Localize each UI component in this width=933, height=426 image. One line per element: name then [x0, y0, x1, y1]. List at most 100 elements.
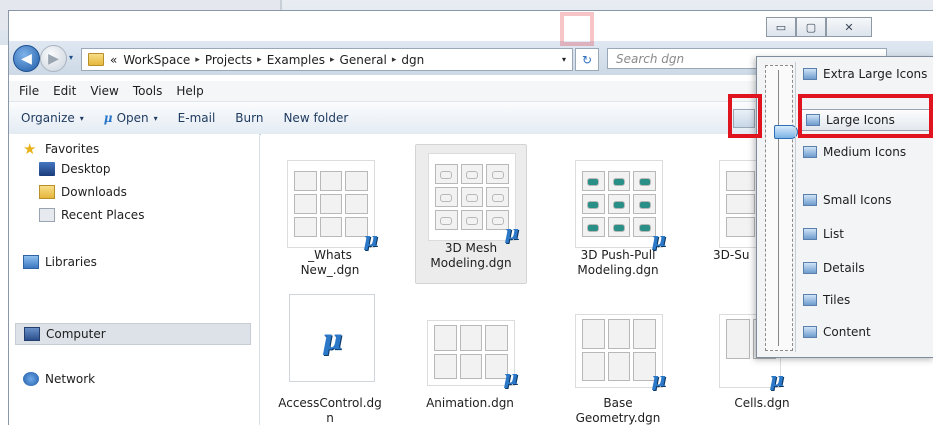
file-item[interactable]: μ _Whats New_.dgn — [275, 152, 385, 282]
breadcrumb-workspace[interactable]: WorkSpace — [123, 53, 190, 67]
breadcrumb-projects[interactable]: Projects — [205, 53, 252, 67]
nav-desktop[interactable]: Desktop — [39, 162, 111, 176]
option-label: Small Icons — [823, 193, 892, 207]
breadcrumb-examples[interactable]: Examples — [267, 53, 325, 67]
file-thumbnail: μ — [575, 314, 666, 391]
file-name: Cells.dgn — [734, 396, 790, 410]
menu-tools[interactable]: Tools — [133, 84, 163, 98]
menu-help[interactable]: Help — [176, 84, 203, 98]
back-button[interactable]: ◀ — [13, 45, 40, 72]
view-size-slider[interactable] — [765, 65, 798, 351]
view-option-details[interactable]: Details — [803, 261, 865, 275]
new-folder-button[interactable]: New folder — [283, 111, 348, 125]
option-label: Content — [823, 325, 871, 339]
nav-label: Libraries — [45, 255, 97, 269]
file-thumbnail: μ — [428, 153, 519, 244]
menu-view[interactable]: View — [90, 84, 118, 98]
organize-label: Organize — [21, 111, 75, 125]
libraries-icon — [23, 255, 39, 269]
file-name: Base Geometry.dgn — [575, 396, 661, 425]
caption-buttons: ▭ ▢ ✕ — [766, 17, 872, 37]
file-item[interactable]: μ AccessControl.dg n — [275, 284, 385, 425]
file-name: AccessControl.dg n — [278, 396, 382, 425]
highlight-box-slider — [728, 94, 762, 138]
medium-icons-icon — [803, 146, 817, 158]
file-item[interactable]: μ Base Geometry.dgn — [563, 284, 673, 425]
crumb-separator-icon[interactable]: ▸ — [257, 55, 262, 65]
content-icon — [803, 326, 817, 338]
file-thumbnail: μ — [575, 160, 666, 251]
option-label: Medium Icons — [823, 145, 907, 159]
file-name: 3D Mesh Modeling.dgn — [430, 241, 512, 270]
refresh-button[interactable]: ↻ — [575, 48, 599, 71]
file-name: Animation.dgn — [426, 396, 514, 410]
computer-icon — [24, 327, 40, 341]
crumb-separator-icon[interactable]: ▸ — [195, 55, 200, 65]
view-option-list[interactable]: List — [803, 227, 844, 241]
menu-file[interactable]: File — [19, 84, 39, 98]
desktop-icon — [39, 162, 55, 176]
file-thumbnail: μ — [427, 320, 518, 389]
view-option-small-icons[interactable]: Small Icons — [803, 193, 891, 207]
network-icon — [23, 372, 39, 386]
breadcrumb-dgn[interactable]: dgn — [401, 53, 424, 67]
microstation-icon: μ — [103, 111, 113, 125]
crumb-separator-icon[interactable]: ▸ — [330, 55, 335, 65]
microstation-icon: μ — [651, 367, 666, 391]
option-label: List — [823, 227, 844, 241]
nav-libraries[interactable]: Libraries — [23, 255, 97, 269]
microstation-icon: μ — [322, 323, 343, 356]
nav-label: Computer — [46, 327, 106, 341]
recent-places-icon — [39, 208, 55, 222]
minimize-button[interactable]: ▭ — [766, 17, 796, 37]
recent-pages-chevron-icon[interactable]: ▾ — [69, 53, 73, 62]
file-name: _Whats New_.dgn — [300, 248, 360, 277]
tiles-icon — [803, 294, 817, 306]
nav-label: Favorites — [45, 142, 100, 156]
burn-button[interactable]: Burn — [235, 111, 263, 125]
email-button[interactable]: E-mail — [178, 111, 216, 125]
breadcrumb-general[interactable]: General — [340, 53, 387, 67]
chevron-down-icon: ▾ — [153, 113, 158, 123]
close-button[interactable]: ✕ — [826, 17, 872, 37]
file-item[interactable]: μ Animation.dgn — [415, 284, 525, 425]
star-icon: ★ — [23, 140, 37, 158]
open-label: Open — [116, 111, 149, 125]
open-button[interactable]: μ Open ▾ — [104, 111, 158, 125]
crumb-overflow[interactable]: « — [110, 53, 117, 67]
chevron-down-icon: ▾ — [79, 113, 84, 123]
highlight-box-large-icons — [798, 94, 933, 138]
file-item-selected[interactable]: μ 3D Mesh Modeling.dgn — [415, 144, 527, 284]
forward-button[interactable]: ▶ — [40, 45, 67, 72]
nav-label: Downloads — [61, 185, 127, 199]
nav-downloads[interactable]: Downloads — [39, 185, 127, 199]
nav-network[interactable]: Network — [23, 372, 95, 386]
file-thumbnail: μ — [287, 160, 378, 251]
nav-computer[interactable]: Computer — [15, 323, 251, 345]
view-option-content[interactable]: Content — [803, 325, 871, 339]
nav-label: Recent Places — [61, 208, 145, 222]
microstation-icon: μ — [769, 367, 784, 391]
maximize-button[interactable]: ▢ — [796, 17, 826, 37]
highlight-box-faded — [560, 12, 594, 46]
organize-button[interactable]: Organize ▾ — [21, 111, 84, 125]
details-icon — [803, 262, 817, 274]
address-dropdown-icon[interactable]: ▾ — [562, 55, 566, 64]
view-option-extra-large-icons[interactable]: Extra Large Icons — [803, 67, 927, 81]
nav-recent-places[interactable]: Recent Places — [39, 208, 144, 222]
microstation-icon: μ — [503, 365, 518, 389]
crumb-separator-icon[interactable]: ▸ — [392, 55, 397, 65]
view-option-medium-icons[interactable]: Medium Icons — [803, 145, 906, 159]
view-option-tiles[interactable]: Tiles — [803, 293, 850, 307]
small-icons-icon — [803, 194, 817, 206]
option-label: Extra Large Icons — [823, 67, 928, 81]
file-item[interactable]: μ 3D Push-Pull Modeling.dgn — [563, 152, 673, 282]
option-label: Details — [823, 261, 865, 275]
nav-label: Network — [45, 372, 96, 386]
menu-edit[interactable]: Edit — [53, 84, 76, 98]
file-name: 3D Push-Pull Modeling.dgn — [577, 248, 659, 277]
address-bar[interactable]: « WorkSpace ▸ Projects ▸ Examples ▸ Gene… — [81, 48, 573, 71]
nav-favorites[interactable]: ★ Favorites — [23, 140, 99, 158]
folder-icon — [88, 53, 104, 66]
extra-large-icons-icon — [803, 68, 817, 80]
